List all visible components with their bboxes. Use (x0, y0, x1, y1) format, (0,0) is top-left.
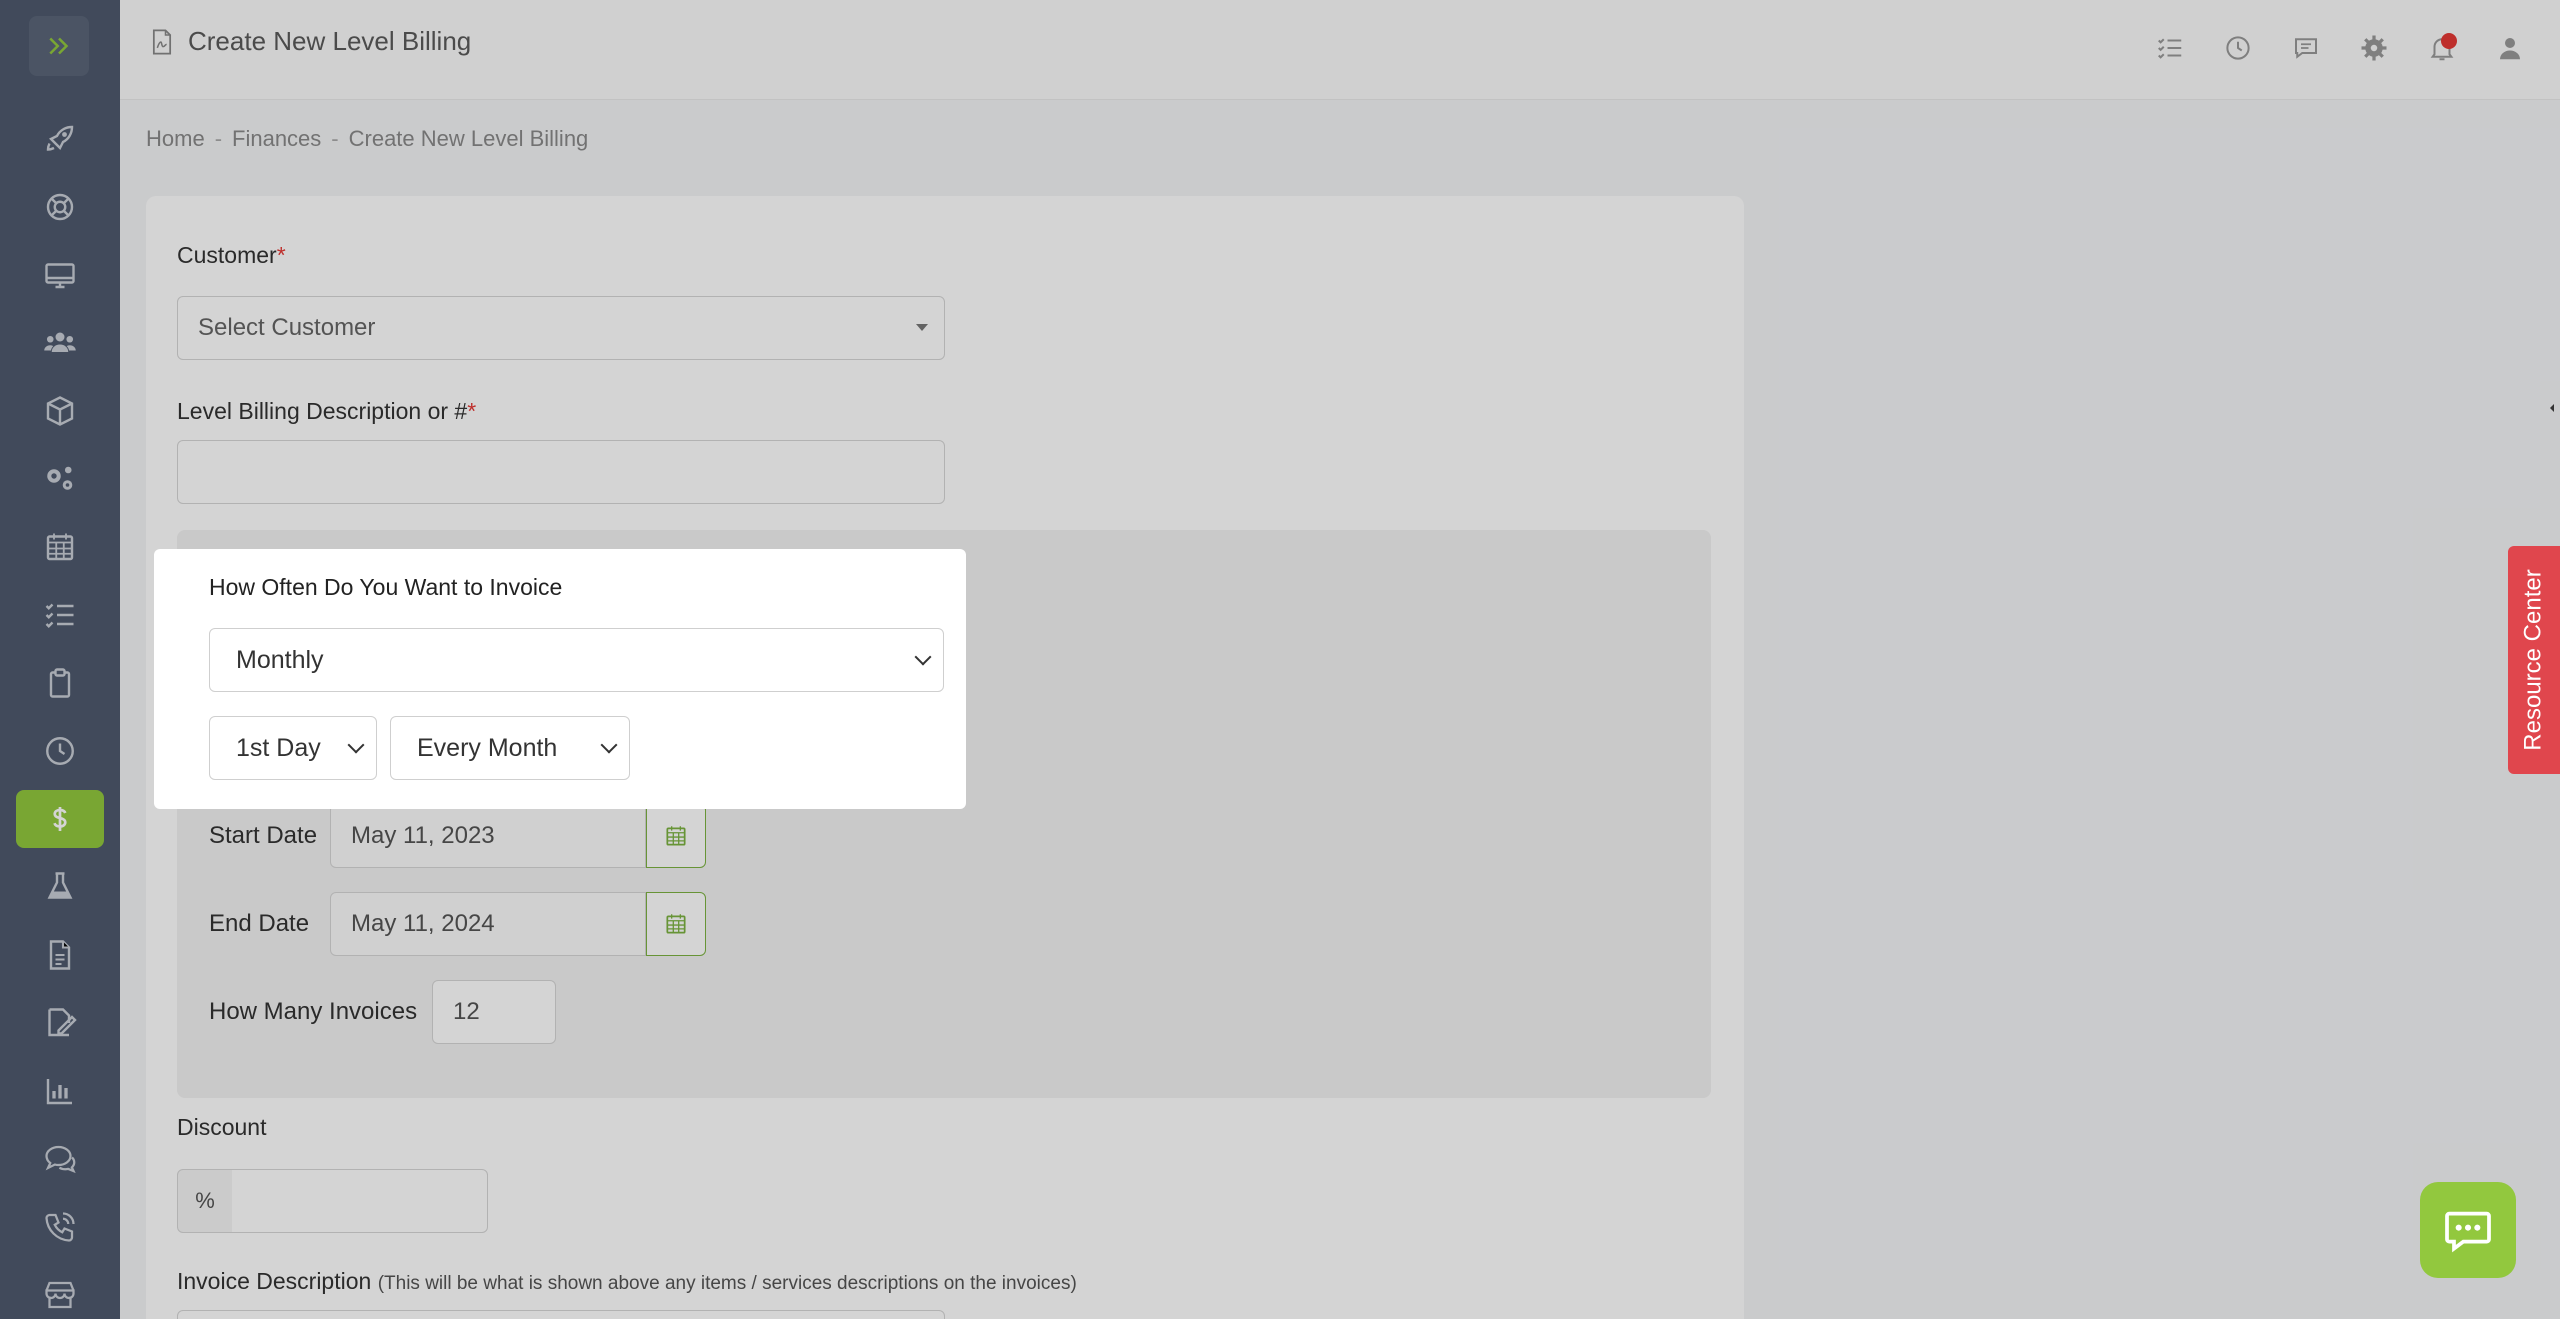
resize-cursor-icon (2550, 404, 2554, 412)
invoice-frequency-select[interactable]: Monthly (209, 628, 944, 692)
live-chat-button[interactable] (2420, 1182, 2516, 1278)
invoice-period-value: Every Month (417, 733, 558, 762)
chevron-down-icon (600, 736, 618, 754)
invoice-frequency-value: Monthly (236, 645, 324, 674)
invoice-day-select[interactable]: 1st Day (209, 716, 377, 780)
resource-center-tab[interactable]: Resource Center (2508, 546, 2560, 774)
invoice-frequency-highlight: How Often Do You Want to Invoice Monthly… (154, 549, 966, 809)
resource-center-label: Resource Center (2520, 569, 2548, 751)
invoice-day-value: 1st Day (236, 733, 321, 762)
invoice-period-select[interactable]: Every Month (390, 716, 630, 780)
invoice-frequency-label: How Often Do You Want to Invoice (209, 574, 563, 600)
chevron-down-icon (914, 648, 932, 666)
chevron-down-icon (347, 736, 365, 754)
chat-bubble-icon (2445, 1211, 2491, 1253)
